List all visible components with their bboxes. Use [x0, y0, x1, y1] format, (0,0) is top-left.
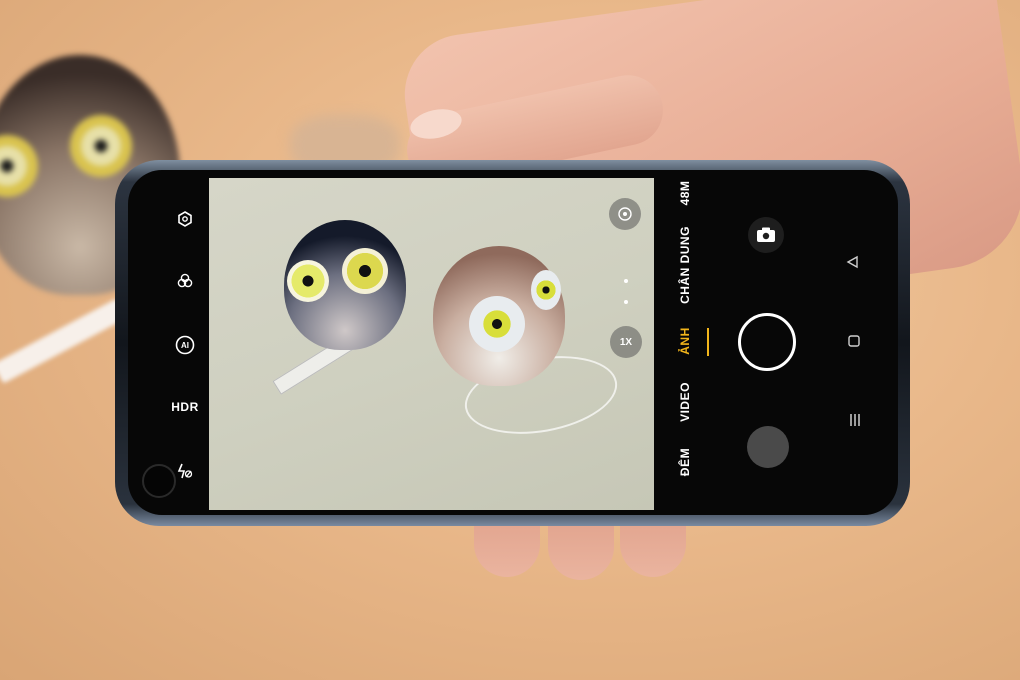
zoom-button[interactable]: 1X [610, 326, 642, 358]
camera-switch-icon[interactable] [748, 217, 784, 253]
owl-eye [531, 270, 561, 310]
active-mode-indicator [707, 328, 709, 356]
settings-icon[interactable] [174, 208, 196, 230]
front-camera-punch-hole [142, 464, 176, 498]
page-dot [624, 300, 628, 304]
mode-portrait[interactable]: CHÂN DUNG [678, 225, 692, 305]
shutter-button-icon[interactable] [738, 313, 796, 371]
triangle-back-icon[interactable] [843, 252, 863, 272]
owl-eye [287, 260, 329, 302]
filter-icon[interactable] [174, 270, 196, 292]
ai-toggle-button[interactable]: AI [173, 333, 197, 357]
recents-lines-icon[interactable] [845, 410, 865, 430]
camera-viewfinder[interactable]: 1X [209, 178, 654, 510]
background-stand [0, 298, 127, 384]
color-filter-icon[interactable] [609, 198, 641, 230]
mode-48m[interactable]: 48M [678, 153, 692, 233]
owl-eye [469, 296, 525, 352]
flash-off-icon[interactable] [174, 460, 196, 482]
square-home-icon[interactable] [844, 331, 864, 351]
ai-label: AI [181, 340, 189, 350]
owl-eye [342, 248, 388, 294]
gallery-thumbnail-icon[interactable] [747, 426, 789, 468]
mode-night[interactable]: ĐÊM [678, 422, 692, 502]
page-dot [624, 279, 628, 283]
hdr-toggle-button[interactable]: HDR [168, 398, 202, 416]
